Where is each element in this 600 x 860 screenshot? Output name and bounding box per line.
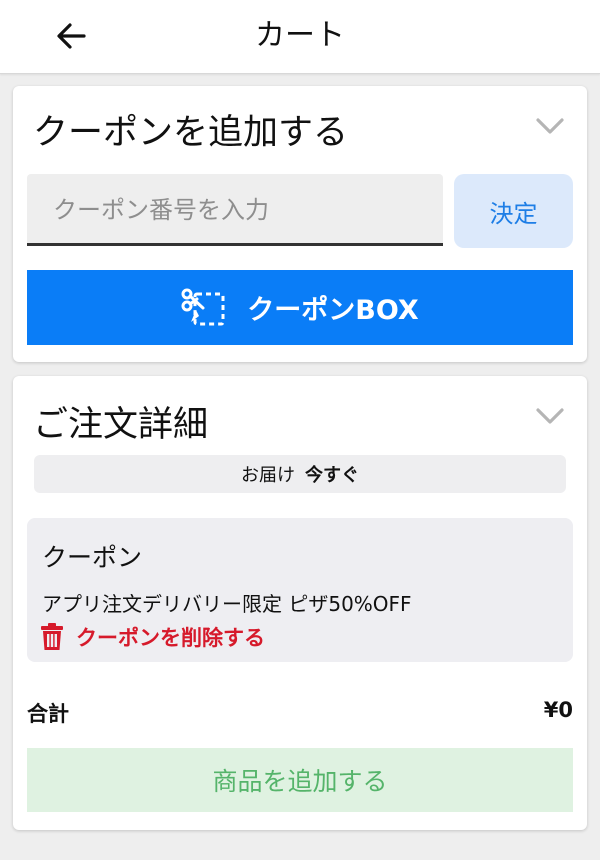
total-value: ¥0 [543, 698, 573, 722]
app-header: カート [0, 0, 600, 74]
coupon-name: アプリ注文デリバリー限定 ピザ50%OFF [42, 592, 412, 616]
coupon-box-button[interactable]: クーポンBOX [27, 270, 573, 345]
total-label: 合計 [27, 702, 69, 726]
back-button[interactable] [50, 16, 92, 56]
add-items-button[interactable]: 商品を追加する [27, 748, 573, 812]
applied-coupon-panel: クーポン アプリ注文デリバリー限定 ピザ50%OFF クーポンを削除する [27, 518, 573, 662]
order-card-title: ご注文詳細 [33, 405, 209, 445]
remove-coupon-label: クーポンを削除する [76, 626, 265, 650]
trash-icon [41, 623, 63, 650]
coupon-card-title: クーポンを追加する [33, 113, 349, 153]
order-details-card: ご注文詳細 お届け 今すぐ クーポン アプリ注文デリバリー限定 ピザ50%OFF… [13, 376, 587, 830]
coupon-card: クーポンを追加する 決定 クーポンBOX [13, 86, 587, 362]
scissors-coupon-icon [181, 288, 225, 325]
chevron-down-icon[interactable] [535, 406, 565, 426]
coupon-box-label: クーポンBOX [247, 295, 419, 326]
delivery-time-pill[interactable]: お届け 今すぐ [34, 455, 566, 493]
delivery-label: お届け [241, 465, 295, 486]
decide-button[interactable]: 決定 [454, 174, 573, 248]
chevron-down-icon[interactable] [535, 116, 565, 136]
delivery-time: 今すぐ [305, 465, 359, 486]
coupon-section-title: クーポン [42, 543, 143, 572]
arrow-left-icon [57, 23, 86, 49]
coupon-code-input[interactable] [27, 174, 443, 246]
remove-coupon-button[interactable]: クーポンを削除する [40, 622, 265, 652]
